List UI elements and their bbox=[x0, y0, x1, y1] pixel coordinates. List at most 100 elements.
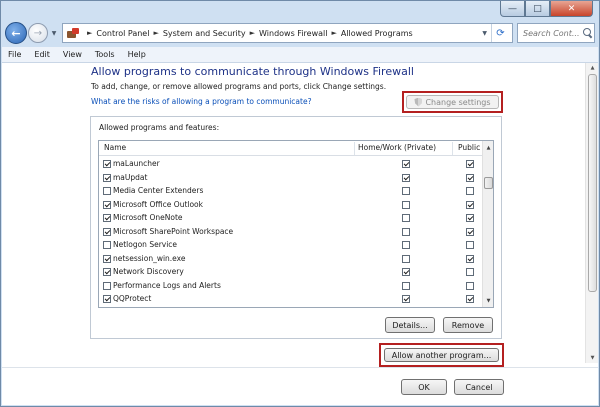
program-enabled-checkbox[interactable] bbox=[103, 254, 111, 263]
home-work-checkbox[interactable] bbox=[402, 254, 410, 263]
public-checkbox[interactable] bbox=[466, 160, 474, 168]
cancel-button[interactable]: Cancel bbox=[454, 379, 504, 395]
program-rows: maLauncher maUpdat Media Center Extenders M… bbox=[99, 157, 483, 308]
program-enabled-checkbox[interactable] bbox=[103, 295, 111, 303]
program-enabled-checkbox[interactable] bbox=[103, 227, 111, 236]
home-work-checkbox[interactable] bbox=[402, 295, 410, 303]
program-enabled-checkbox[interactable] bbox=[103, 214, 111, 222]
column-header-home-work[interactable]: Home/Work (Private) bbox=[358, 143, 436, 152]
page-scrollbar[interactable]: ▲ ▼ bbox=[585, 63, 598, 363]
remove-button[interactable]: Remove bbox=[443, 317, 493, 333]
minimize-button[interactable]: — bbox=[500, 1, 525, 17]
public-checkbox[interactable] bbox=[466, 187, 474, 195]
forward-button[interactable]: → bbox=[28, 23, 48, 43]
breadcrumb-system-and-security[interactable]: System and Security bbox=[163, 29, 246, 38]
breadcrumb-separator-icon[interactable]: ► bbox=[87, 29, 92, 37]
program-enabled-checkbox[interactable] bbox=[103, 281, 111, 290]
program-name: maUpdat bbox=[113, 172, 148, 182]
breadcrumb-separator-icon[interactable]: ► bbox=[331, 29, 336, 37]
scroll-down-icon[interactable]: ▼ bbox=[484, 295, 493, 306]
table-row[interactable]: Network Discovery bbox=[99, 265, 483, 279]
program-name: Network Discovery bbox=[113, 267, 184, 276]
column-header-name[interactable]: Name bbox=[104, 143, 126, 152]
table-row[interactable]: netsession_win.exe bbox=[99, 252, 483, 266]
menu-help[interactable]: Help bbox=[128, 50, 146, 59]
breadcrumb-separator-icon[interactable]: ► bbox=[153, 29, 158, 37]
home-work-checkbox[interactable] bbox=[402, 214, 410, 222]
address-dropdown-icon[interactable]: ▼ bbox=[482, 30, 487, 37]
program-name: Microsoft OneNote bbox=[113, 213, 183, 222]
breadcrumb-control-panel[interactable]: Control Panel bbox=[96, 29, 149, 38]
home-work-checkbox[interactable] bbox=[402, 200, 410, 209]
search-icon[interactable] bbox=[583, 28, 593, 38]
ok-button[interactable]: OK bbox=[401, 379, 447, 395]
table-row[interactable]: maLauncher bbox=[99, 157, 483, 171]
risks-help-link[interactable]: What are the risks of allowing a program… bbox=[91, 97, 312, 106]
breadcrumb-separator-icon[interactable]: ► bbox=[250, 29, 255, 37]
table-row[interactable]: Performance Logs and Alerts bbox=[99, 279, 483, 293]
search-box[interactable] bbox=[517, 23, 595, 43]
program-enabled-checkbox[interactable] bbox=[103, 268, 111, 276]
program-enabled-checkbox[interactable] bbox=[103, 173, 111, 182]
public-checkbox[interactable] bbox=[466, 268, 474, 276]
menu-edit[interactable]: Edit bbox=[34, 50, 50, 59]
public-checkbox[interactable] bbox=[466, 173, 474, 182]
program-enabled-checkbox[interactable] bbox=[103, 187, 111, 195]
page-scroll-thumb[interactable] bbox=[588, 74, 597, 292]
table-row[interactable]: maUpdat bbox=[99, 171, 483, 185]
address-bar[interactable]: ► Control Panel ► System and Security ► … bbox=[62, 23, 513, 43]
table-row[interactable]: Media Center Extenders bbox=[99, 184, 483, 198]
allowed-programs-list[interactable]: Name Home/Work (Private) Public maLaunch… bbox=[98, 140, 494, 308]
home-work-checkbox[interactable] bbox=[402, 227, 410, 236]
home-work-checkbox[interactable] bbox=[402, 173, 410, 182]
allow-another-program-button[interactable]: Allow another program... bbox=[384, 348, 499, 362]
program-enabled-checkbox[interactable] bbox=[103, 160, 111, 168]
page-scroll-up-icon[interactable]: ▲ bbox=[588, 63, 597, 73]
public-checkbox[interactable] bbox=[466, 214, 474, 222]
breadcrumb-windows-firewall[interactable]: Windows Firewall bbox=[259, 29, 327, 38]
table-row[interactable]: Microsoft Office Outlook bbox=[99, 198, 483, 212]
home-work-checkbox[interactable] bbox=[402, 268, 410, 276]
program-name: Netlogon Service bbox=[113, 240, 178, 249]
home-work-checkbox[interactable] bbox=[402, 160, 410, 168]
program-name: maLauncher bbox=[113, 159, 160, 168]
column-header-public[interactable]: Public bbox=[458, 143, 480, 152]
recent-pages-dropdown[interactable]: ▼ bbox=[49, 22, 59, 44]
scroll-up-icon[interactable]: ▲ bbox=[484, 142, 493, 153]
forward-arrow-icon: → bbox=[33, 27, 43, 39]
public-checkbox[interactable] bbox=[466, 227, 474, 236]
back-button[interactable]: ← bbox=[5, 22, 27, 44]
program-enabled-checkbox[interactable] bbox=[103, 200, 111, 209]
menu-view[interactable]: View bbox=[63, 50, 82, 59]
menu-tools[interactable]: Tools bbox=[95, 50, 115, 59]
public-checkbox[interactable] bbox=[466, 281, 474, 290]
table-row[interactable]: Microsoft SharePoint Workspace bbox=[99, 225, 483, 239]
scroll-thumb[interactable] bbox=[484, 177, 493, 189]
maximize-button[interactable]: □ bbox=[525, 1, 550, 17]
close-button[interactable]: ✕ bbox=[550, 1, 593, 17]
home-work-checkbox[interactable] bbox=[402, 281, 410, 290]
public-checkbox[interactable] bbox=[466, 200, 474, 209]
list-scrollbar[interactable]: ▲ ▼ bbox=[482, 141, 493, 307]
table-row[interactable]: Microsoft OneNote bbox=[99, 211, 483, 225]
refresh-button[interactable]: ⟳ bbox=[491, 24, 509, 42]
home-work-checkbox[interactable] bbox=[402, 187, 410, 195]
table-row[interactable]: Netlogon Service bbox=[99, 238, 483, 252]
allow-another-highlight: Allow another program... bbox=[379, 343, 504, 367]
breadcrumb-allowed-programs[interactable]: Allowed Programs bbox=[341, 29, 413, 38]
public-checkbox[interactable] bbox=[466, 295, 474, 303]
table-row[interactable]: QQUpdate bbox=[99, 306, 483, 308]
program-name: netsession_win.exe bbox=[113, 253, 186, 263]
table-row[interactable]: QQProtect bbox=[99, 292, 483, 306]
home-work-checkbox[interactable] bbox=[402, 241, 410, 249]
allowed-programs-group: Allowed programs and features: Name Home… bbox=[90, 116, 502, 339]
program-name: QQProtect bbox=[113, 294, 152, 303]
program-enabled-checkbox[interactable] bbox=[103, 241, 111, 249]
public-checkbox[interactable] bbox=[466, 254, 474, 263]
page-scroll-down-icon[interactable]: ▼ bbox=[588, 353, 597, 363]
search-input[interactable] bbox=[523, 28, 581, 38]
details-button[interactable]: Details... bbox=[385, 317, 435, 333]
menu-file[interactable]: File bbox=[8, 50, 21, 59]
change-settings-button[interactable]: Change settings bbox=[406, 95, 499, 109]
public-checkbox[interactable] bbox=[466, 241, 474, 249]
